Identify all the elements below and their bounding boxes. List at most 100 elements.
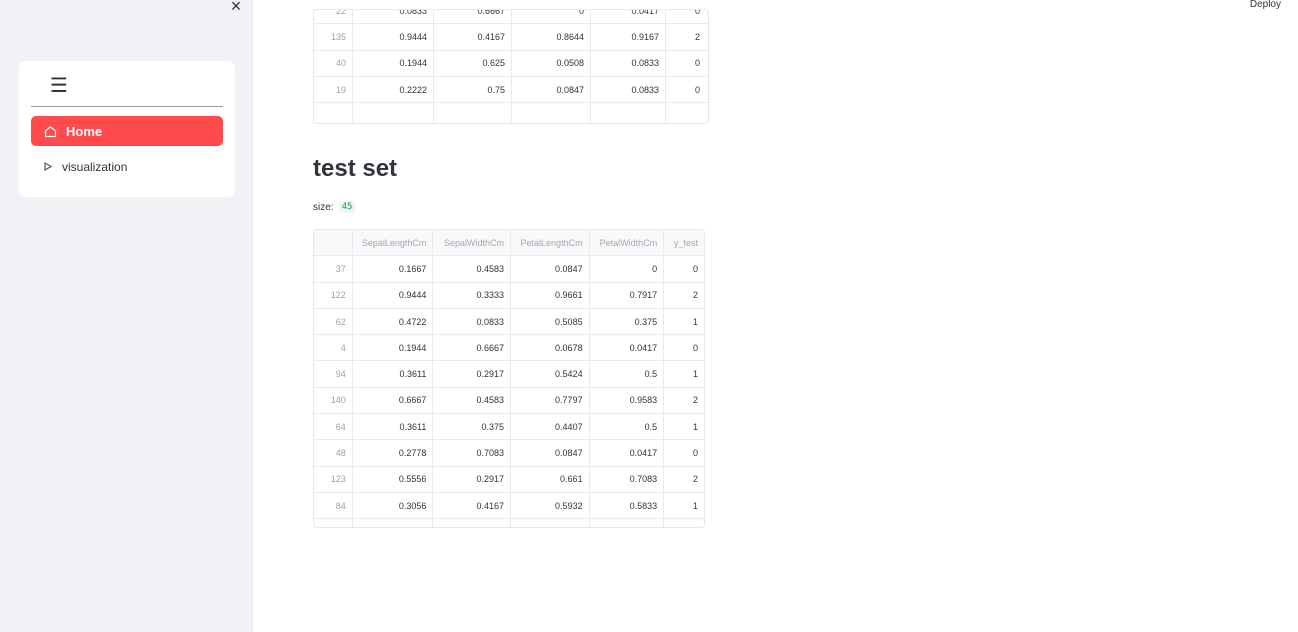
table-cell[interactable]: 0.4583 [433,387,511,414]
table-cell[interactable]: 0.8644 [512,24,591,50]
table-cell[interactable]: 0.0833 [433,308,511,335]
row-index[interactable]: 22 [314,10,353,24]
row-index[interactable]: 37 [314,256,353,282]
table-cell[interactable]: 0.1944 [353,335,434,361]
table-cell[interactable]: 0 [512,10,591,24]
table-cell[interactable]: 0.5 [590,414,665,440]
table-cell[interactable]: 0.4722 [353,308,434,335]
table-cell[interactable]: 0.0833 [353,10,434,24]
table-cell[interactable]: 0.3611 [353,361,434,387]
table-cell[interactable]: 0.0833 [591,50,666,76]
table-cell[interactable]: 0.7917 [590,282,665,308]
table-cell[interactable]: 0.0417 [591,10,666,24]
table-cell[interactable]: 0.7083 [590,466,665,492]
table-cell[interactable]: 0.9444 [353,282,434,308]
table-cell[interactable]: 0.7797 [511,387,590,414]
table-row: 22 0.0833 0.6667 0 0.0417 0 [314,10,708,25]
table-cell[interactable]: 0.9167 [591,24,666,50]
table-row: 94 0.3611 0.2917 0.5424 0.5 1 [314,361,704,388]
table-cell[interactable]: 2 [664,388,704,413]
table-cell[interactable]: 0.5833 [590,492,665,519]
table-cell[interactable]: 0.9444 [353,24,434,50]
table-cell[interactable]: 2 [664,467,704,492]
row-index[interactable]: 140 [314,387,353,414]
table-cell[interactable]: 0.7083 [433,440,511,466]
close-sidebar-button[interactable]: × [226,0,246,16]
table-cell[interactable]: 0.625 [434,50,512,76]
column-header[interactable] [314,230,353,256]
table-cell[interactable]: 0 [664,256,704,281]
table-cell[interactable]: 1 [664,493,704,518]
table-cell[interactable]: 0.2222 [353,76,434,103]
table-cell[interactable]: 0.4407 [511,414,590,440]
table-cell[interactable]: 0 [664,440,704,465]
table-cell[interactable]: 0.4167 [434,24,512,50]
table-cell[interactable]: 0 [590,256,665,282]
column-header[interactable]: PetalLengthCm [511,230,590,256]
column-header[interactable]: SepalLengthCm [353,230,434,256]
column-header[interactable]: y_test [664,230,704,255]
table-cell[interactable]: 0.375 [433,414,511,440]
table-cell[interactable]: 0.4583 [433,256,511,282]
table-cell[interactable]: 0.375 [590,308,665,335]
table-cell[interactable]: 0.5424 [511,361,590,387]
row-index[interactable]: 4 [314,335,353,361]
table-cell[interactable]: 0 [666,10,706,23]
column-header[interactable]: PetalWidthCm [590,230,665,256]
train-data-table[interactable]: 22 0.0833 0.6667 0 0.0417 0 135 0.9444 0.4167 0.8… [313,9,709,124]
table-cell[interactable]: 0.1944 [353,50,434,76]
table-cell[interactable]: 0.0847 [511,440,590,466]
table-cell[interactable]: 1 [664,361,704,386]
table-cell[interactable]: 0.2917 [433,361,511,387]
row-index[interactable]: 135 [314,24,353,50]
row-index[interactable]: 123 [314,466,353,492]
table-cell[interactable]: 0.6667 [353,387,434,414]
row-index[interactable]: 84 [314,492,353,519]
table-cell[interactable]: 0.6667 [434,10,512,24]
table-cell[interactable]: 0.5085 [511,308,590,335]
table-cell[interactable]: 0.3611 [353,414,434,440]
table-cell[interactable]: 0.661 [511,466,590,492]
table-row: 123 0.5556 0.2917 0.661 0.7083 2 [314,466,704,493]
table-cell[interactable]: 0 [666,77,706,102]
hamburger-menu-icon[interactable]: ☰ [50,76,68,96]
table-cell[interactable]: 0.0417 [590,335,665,361]
table-cell[interactable]: 0.3056 [353,492,434,519]
table-cell[interactable]: 2 [666,24,706,49]
row-index[interactable]: 122 [314,282,353,308]
table-cell[interactable]: 0.3333 [433,282,511,308]
row-index[interactable]: 19 [314,76,353,103]
table-cell[interactable]: 0.6667 [433,335,511,361]
table-cell[interactable]: 0.0417 [590,440,665,466]
table-cell[interactable]: 0.0678 [511,335,590,361]
row-index[interactable]: 48 [314,440,353,466]
table-cell[interactable]: 0.9583 [590,387,665,414]
table-cell[interactable]: 0.0847 [512,76,591,103]
table-cell[interactable]: 0.5932 [511,492,590,519]
table-cell[interactable]: 0.0847 [511,256,590,282]
test-data-table[interactable]: SepalLengthCm SepalWidthCm PetalLengthCm Pe… [313,229,705,528]
table-cell[interactable]: 0.4167 [433,492,511,519]
table-cell[interactable]: 0.75 [434,76,512,103]
row-index[interactable]: 94 [314,361,353,387]
row-index[interactable]: 64 [314,414,353,440]
table-cell[interactable]: 0.2917 [433,466,511,492]
table-cell[interactable]: 0.5 [590,361,665,387]
table-cell[interactable]: 1 [664,414,704,439]
deploy-button[interactable]: Deploy [1250,0,1281,10]
table-cell[interactable]: 0 [666,51,706,76]
table-cell[interactable]: 0.2778 [353,440,434,466]
table-cell[interactable]: 1 [664,309,704,334]
table-cell[interactable]: 0.5556 [353,466,434,492]
table-cell[interactable]: 0.9661 [511,282,590,308]
nav-item-home[interactable]: Home [31,116,223,146]
row-index[interactable]: 40 [314,50,353,76]
row-index[interactable]: 62 [314,308,353,335]
table-cell[interactable]: 2 [664,283,704,308]
nav-item-visualization[interactable]: visualization [31,158,223,176]
column-header[interactable]: SepalWidthCm [433,230,511,256]
table-cell[interactable]: 0.1667 [353,256,434,282]
table-cell[interactable]: 0.0833 [591,76,666,103]
table-cell[interactable]: 0 [664,335,704,360]
table-cell[interactable]: 0.0508 [512,50,591,76]
